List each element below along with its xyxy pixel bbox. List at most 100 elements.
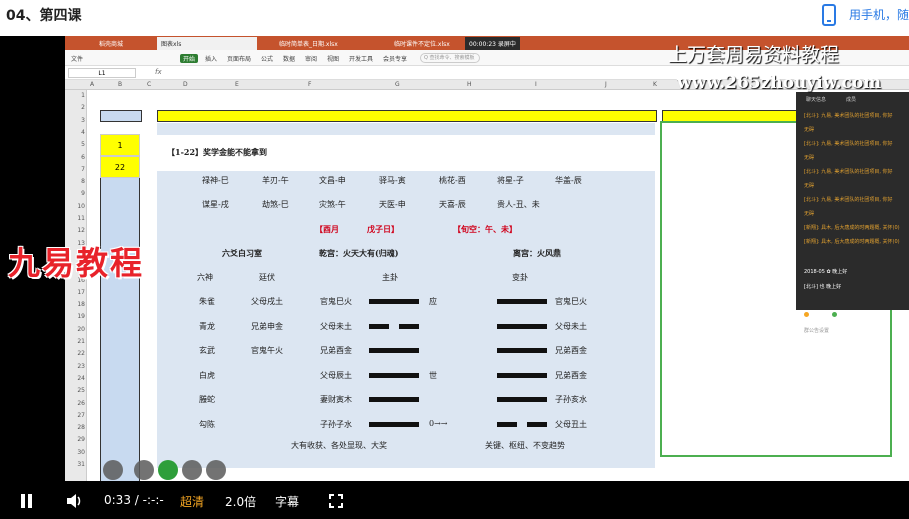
change-yao-line [497,421,547,427]
yang-segment [497,372,547,378]
menu-formula[interactable]: 公式 [261,54,273,63]
pen-icon[interactable] [182,460,202,480]
check-icon[interactable] [158,460,178,480]
row-number[interactable]: 25 [65,387,85,394]
change-yao-label: 父母未土 [555,321,587,331]
row-number[interactable]: 17 [65,289,85,296]
screen-icon[interactable] [103,460,123,480]
cell-b2[interactable] [100,110,142,122]
command-search[interactable]: Q 查找命令、搜索模板 [420,53,480,63]
change-yao-label: 兄弟酉金 [555,370,587,380]
col-g[interactable]: G [395,81,400,88]
watermark-line1: 上万套周易资料教程 [668,44,840,66]
menu-dev[interactable]: 开发工具 [349,54,373,63]
card-title: 【1-22】奖学金能不能拿到 [167,147,268,157]
menu-insert[interactable]: 插入 [205,54,217,63]
row-number[interactable]: 20 [65,326,85,333]
pill-signin[interactable]: 签到 [839,311,849,318]
fx-icon[interactable]: fx [155,68,162,76]
menu-layout[interactable]: 页面布局 [227,54,251,63]
yang-segment [497,323,547,329]
col-h[interactable]: H [467,81,472,88]
tab-recording[interactable]: 00:00:23 录屏中 [465,37,520,50]
row-number[interactable]: 27 [65,412,85,419]
tab-temp2[interactable]: 临时课件不定位.xlsx [390,37,454,50]
panel-tab-chat[interactable]: 聊天信息 [806,96,826,103]
tab-chart[interactable]: 图表xls [157,37,257,50]
row-number[interactable]: 31 [65,461,85,468]
row-number[interactable]: 12 [65,227,85,234]
menu-home[interactable]: 开始 [180,54,199,63]
mobile-link[interactable]: 用手机，随 [849,6,909,23]
col-e[interactable]: E [235,81,239,88]
row-number[interactable]: 28 [65,424,85,431]
row-number[interactable]: 3 [65,117,85,124]
menu-member[interactable]: 会员专享 [383,54,407,63]
main-yao-label: 子孙子水 [320,419,352,429]
row-number[interactable]: 7 [65,166,85,173]
col-i[interactable]: I [535,81,537,88]
tab-temp1[interactable]: 临时简单表_日期.xlsx [275,37,342,50]
pill-answer[interactable]: 回答 [811,311,821,318]
row-number[interactable]: 5 [65,141,85,148]
row-number[interactable]: 10 [65,203,85,210]
panel-bottom[interactable]: 群公告设置 [804,327,829,334]
row-number[interactable]: 22 [65,350,85,357]
speed-button[interactable]: 2.0倍 [225,493,256,510]
col-d[interactable]: D [183,81,188,88]
col-a[interactable]: A [90,81,94,88]
row-number[interactable]: 29 [65,436,85,443]
yao-mark: 0→→ [429,418,448,428]
cell-value-1[interactable]: 1 [100,134,140,156]
quality-button[interactable]: 超清 [180,493,204,510]
row-number[interactable]: 2 [65,104,85,111]
change-yao-line [497,397,547,402]
row-number[interactable]: 21 [65,338,85,345]
menu-view[interactable]: 视图 [327,54,339,63]
row-number[interactable]: 26 [65,400,85,407]
subtitle-button[interactable]: 字幕 [275,493,299,510]
video-player[interactable]: 稻壳商城 图表xls 临时简单表_日期.xlsx 临时课件不定位.xlsx 00… [0,36,909,519]
change-yao-line [497,299,547,304]
row-number[interactable]: 19 [65,313,85,320]
pointer-icon[interactable] [134,460,154,480]
row-number[interactable]: 30 [65,449,85,456]
row-number[interactable]: 8 [65,178,85,185]
row-number[interactable]: 1 [65,92,85,99]
eraser-icon[interactable] [206,460,226,480]
panel-tab-members[interactable]: 成员 [846,96,856,103]
shensha-5: 桃花-酉 [439,176,466,185]
liushen-cell: 朱雀 [199,297,215,306]
chat-message: 无碍 [804,211,815,217]
row-number[interactable]: 4 [65,129,85,136]
col-k[interactable]: K [653,81,657,88]
pause-icon[interactable] [21,494,33,508]
col-f[interactable]: F [308,81,311,88]
tab-dokeshop[interactable]: 稻壳商城 [95,37,127,50]
cell-value-2[interactable]: 22 [100,156,140,178]
row-number[interactable]: 23 [65,363,85,370]
shensha-13: 贵人-丑、未 [497,200,540,209]
fullscreen-icon[interactable] [329,494,343,508]
col-b[interactable]: B [118,81,122,88]
menu-data[interactable]: 数据 [283,54,295,63]
yao-mark: 世 [429,370,437,380]
menu-file[interactable]: 文件 [71,54,83,63]
row-number[interactable]: 9 [65,190,85,197]
yellow-bar-top [157,110,657,122]
menu-review[interactable]: 审阅 [305,54,317,63]
name-box[interactable]: L1 [68,68,136,78]
row-number[interactable]: 18 [65,301,85,308]
phone-icon[interactable] [822,4,836,26]
row-number[interactable]: 6 [65,154,85,161]
row-number[interactable]: 11 [65,215,85,222]
col-c[interactable]: C [147,81,151,88]
sheet-grid[interactable]: 1 22 【1-22】奖学金能不能拿到 禄神-巳 羊刃-午 文昌-申 驿马-寅 … [87,90,909,481]
chat-message: [北斗]: 九易, 美术团队的社团项目, 你好 [804,113,893,119]
header-change: 变卦 [512,273,528,282]
panel-white-2: [北斗] 也 晚上好 [804,284,842,290]
qian-gong: 乾宫：火天大有(归魂) [319,248,399,258]
volume-icon[interactable] [66,493,84,509]
row-number[interactable]: 24 [65,375,85,382]
col-j[interactable]: J [605,81,607,88]
